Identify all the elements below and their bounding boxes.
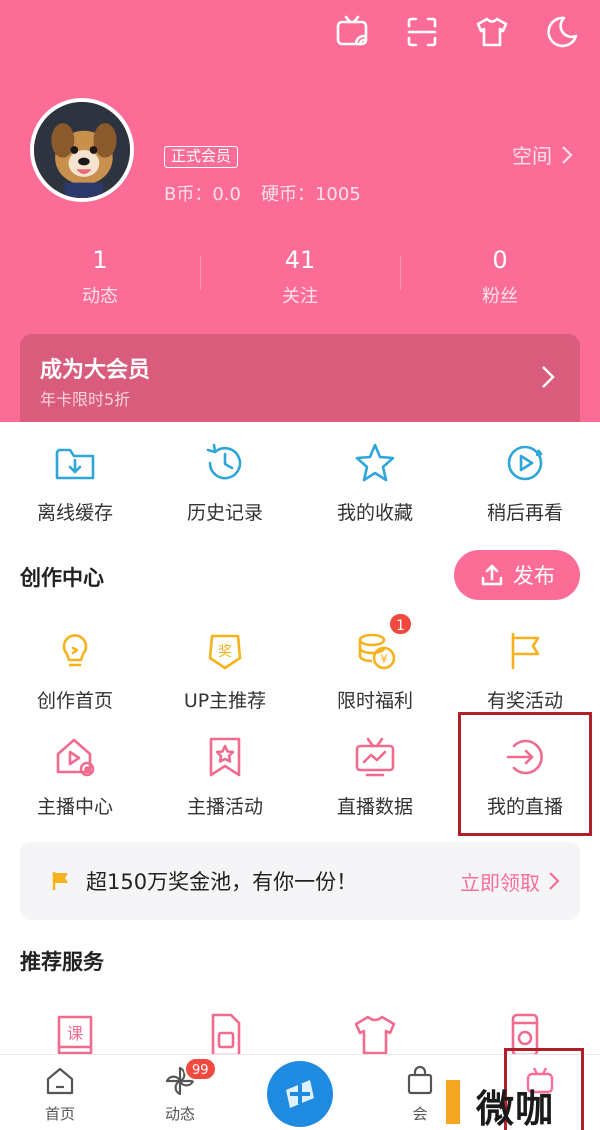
nav-create[interactable]	[240, 1055, 360, 1130]
chevron-right-icon	[549, 872, 560, 890]
vip-title: 成为大会员	[40, 358, 151, 383]
prize-banner[interactable]: 超150万奖金池，有你一份！ 立即领取	[20, 842, 580, 920]
nav-label: 动态	[164, 1105, 195, 1123]
limited-benefit-item[interactable]: ¥ 限时福利 1	[300, 612, 450, 713]
grid-label: 主播中心	[36, 796, 113, 818]
create-home-item[interactable]: 创作首页	[0, 624, 150, 713]
award-badge-icon: 奖	[208, 634, 242, 670]
home-icon	[46, 1067, 74, 1095]
stat-value: 41	[284, 246, 316, 274]
create-row-1: 创作首页 奖 UP主推荐 ¥ 限时福利 1 有奖活动	[0, 612, 600, 713]
moon-icon[interactable]	[538, 12, 586, 52]
stat-label: 关注	[282, 286, 318, 307]
notification-badge: 1	[388, 612, 413, 636]
quick-actions: 离线缓存 历史记录 我的收藏 稍后再看	[0, 436, 600, 525]
grid-label: 有奖活动	[486, 690, 563, 712]
favorites-item[interactable]: 我的收藏	[300, 436, 450, 525]
banner-text: 超150万奖金池，有你一份！	[86, 870, 358, 894]
watermark-text: 微咖	[475, 1087, 554, 1130]
chevron-right-icon	[542, 366, 555, 388]
sim-card-icon	[211, 1013, 241, 1057]
grid-label: 稍后再看	[486, 502, 563, 524]
b-coin-balance: B币：0.0	[164, 184, 241, 205]
stat-label: 粉丝	[482, 286, 518, 307]
house-play-icon	[56, 738, 95, 777]
member-badge: 正式会员	[164, 146, 239, 168]
claim-label: 立即领取	[460, 870, 540, 895]
svg-text:¥: ¥	[380, 652, 388, 666]
vip-promo-card[interactable]: 成为大会员 年卡限时5折	[20, 334, 580, 422]
offline-cache-item[interactable]: 离线缓存	[0, 436, 150, 525]
streamer-center-item[interactable]: 主播中心	[0, 730, 150, 819]
up-recommend-item[interactable]: 奖 UP主推荐	[150, 624, 300, 713]
nav-mall[interactable]: 会	[360, 1055, 480, 1130]
tshirt-icon[interactable]	[468, 12, 516, 52]
nav-home[interactable]: 首页	[0, 1055, 120, 1130]
plus-icon	[286, 1080, 314, 1108]
stat-value: 0	[492, 246, 508, 274]
grid-label: 创作首页	[36, 690, 113, 712]
coins-icon: ¥	[358, 633, 396, 670]
upload-icon	[481, 564, 503, 586]
bookmark-star-icon	[209, 737, 241, 777]
watermark-logo-bar	[446, 1080, 460, 1124]
tshirt-icon	[354, 1015, 396, 1055]
watch-later-item[interactable]: 稍后再看	[450, 436, 600, 525]
create-center-title: 创作中心	[20, 566, 104, 590]
live-data-item[interactable]: 直播数据	[300, 730, 450, 819]
stat-value: 1	[92, 246, 108, 274]
grid-label: 离线缓存	[36, 502, 113, 524]
create-button[interactable]	[267, 1061, 333, 1127]
grid-label: 主播活动	[186, 796, 263, 818]
nav-label: 会	[412, 1105, 428, 1123]
claim-link[interactable]: 立即领取	[460, 867, 560, 896]
tv-cast-icon[interactable]	[328, 12, 376, 52]
coin-info: B币：0.0 硬币：1005	[164, 180, 361, 206]
stat-following[interactable]: 41 关注	[200, 244, 400, 314]
space-link[interactable]: 空间	[512, 140, 574, 169]
profile-header: 正式会员 B币：0.0 硬币：1005 空间 1 动态 41 关注 0 粉丝 成…	[0, 0, 600, 422]
lightbulb-icon	[62, 634, 88, 667]
grid-label: 历史记录	[186, 502, 263, 524]
grid-label: 限时福利	[336, 690, 413, 712]
nav-dynamic[interactable]: 动态 99	[120, 1055, 240, 1130]
flag-icon	[52, 872, 68, 890]
reward-activity-item[interactable]: 有奖活动	[450, 624, 600, 713]
star-icon	[355, 443, 395, 482]
top-toolbar	[328, 12, 586, 52]
history-clock-icon	[206, 443, 242, 480]
publish-label: 发布	[513, 564, 555, 588]
publish-button[interactable]: 发布	[454, 550, 580, 600]
download-folder-icon	[55, 448, 95, 480]
course-char: 课	[67, 1024, 83, 1043]
space-label: 空间	[512, 144, 552, 168]
grid-label: 我的收藏	[336, 502, 413, 524]
flag-icon	[511, 632, 540, 670]
stat-fans[interactable]: 0 粉丝	[400, 244, 600, 314]
svg-text:奖: 奖	[218, 643, 232, 660]
scan-icon[interactable]	[398, 12, 446, 52]
chevron-right-icon	[562, 145, 573, 164]
stat-posts[interactable]: 1 动态	[0, 244, 200, 314]
grid-label: 直播数据	[336, 796, 413, 818]
recommend-title: 推荐服务	[20, 950, 104, 974]
avatar[interactable]	[30, 98, 134, 202]
streamer-activity-item[interactable]: 主播活动	[150, 730, 300, 819]
vip-subtitle: 年卡限时5折	[40, 390, 131, 409]
bag-icon	[407, 1065, 433, 1095]
notification-badge: 99	[184, 1057, 217, 1081]
hard-coin-balance: 硬币：1005	[260, 184, 361, 205]
tv-chart-icon	[355, 737, 395, 777]
play-later-icon	[507, 445, 543, 481]
course-book-icon: 课	[57, 1015, 93, 1055]
history-item[interactable]: 历史记录	[150, 436, 300, 525]
stat-label: 动态	[82, 286, 118, 307]
highlight-frame	[458, 712, 592, 836]
grid-label: UP主推荐	[183, 690, 267, 712]
nav-label: 首页	[44, 1105, 75, 1123]
stats-row: 1 动态 41 关注 0 粉丝	[0, 244, 600, 314]
